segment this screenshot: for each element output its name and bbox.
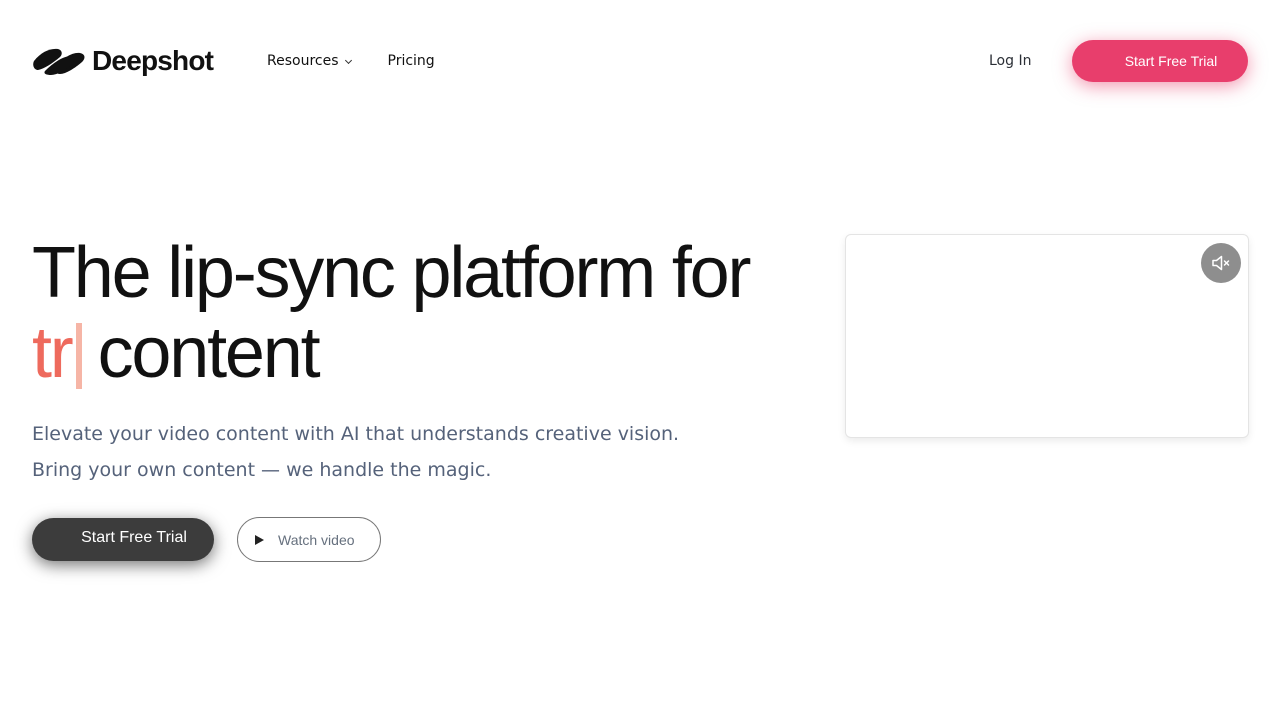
mute-toggle-button[interactable] bbox=[1201, 243, 1241, 283]
hero-typed-word: tr bbox=[32, 313, 74, 393]
login-link[interactable]: Log In bbox=[989, 50, 1031, 72]
hero-title-line2: content bbox=[97, 313, 321, 393]
speaker-muted-icon bbox=[1212, 255, 1230, 271]
hero-subtitle: Elevate your video content with AI that … bbox=[32, 416, 792, 488]
nav-pricing-label: Pricing bbox=[387, 53, 435, 69]
start-free-trial-hero-button[interactable]: Start Free Trial bbox=[32, 518, 214, 561]
hero-subtitle-line1: Elevate your video content with AI that … bbox=[32, 423, 680, 445]
watch-video-label: Watch video bbox=[278, 531, 355, 548]
nav-resources-label: Resources bbox=[267, 53, 339, 69]
start-free-trial-header-button[interactable]: Start Free Trial bbox=[1072, 40, 1248, 82]
site-header: Deepshot Resources Pricing Log In Start … bbox=[0, 0, 1280, 122]
video-player[interactable] bbox=[845, 234, 1249, 438]
nav-pricing[interactable]: Pricing bbox=[388, 50, 435, 72]
brand-name: Deepshot bbox=[92, 45, 214, 76]
chevron-down-icon bbox=[344, 56, 352, 64]
play-icon bbox=[255, 534, 264, 545]
deepshot-logo-icon bbox=[33, 48, 85, 75]
main-nav: Resources Pricing bbox=[267, 50, 435, 72]
brand-logo[interactable]: Deepshot bbox=[32, 44, 214, 78]
nav-resources[interactable]: Resources bbox=[267, 50, 352, 72]
hero-subtitle-line2: Bring your own content — we handle the m… bbox=[32, 459, 492, 481]
typing-caret bbox=[75, 323, 82, 389]
hero-title-line1: The lip-sync platform for bbox=[32, 233, 751, 313]
watch-video-button[interactable]: Watch video bbox=[237, 517, 381, 562]
hero-title: The lip-sync platform for tr content bbox=[32, 233, 812, 393]
